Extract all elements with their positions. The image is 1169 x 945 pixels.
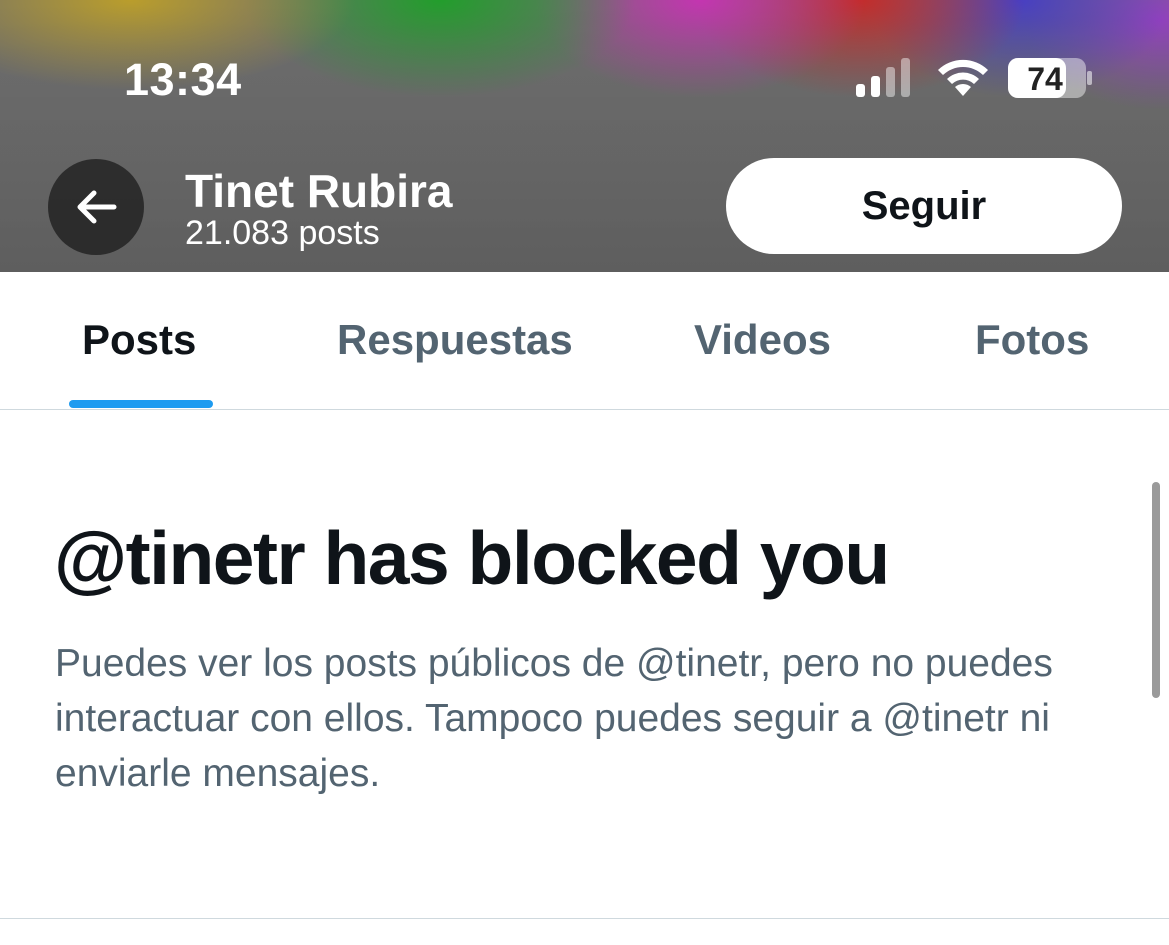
- scrollbar[interactable]: [1152, 482, 1160, 698]
- blocked-title: @tinetr has blocked you: [54, 516, 890, 600]
- post-count: 21.083 posts: [185, 214, 380, 252]
- tab-videos[interactable]: Videos: [694, 316, 831, 364]
- back-button[interactable]: [48, 159, 144, 255]
- follow-button[interactable]: Seguir: [726, 158, 1122, 254]
- battery-icon: 74: [1008, 58, 1092, 98]
- battery-level: 74: [1027, 61, 1063, 97]
- profile-name: Tinet Rubira: [185, 165, 453, 217]
- profile-header: 13:34 74 Tinet Rubira 21.083 posts Segui…: [0, 0, 1169, 272]
- status-time: 13:34: [124, 54, 242, 105]
- active-tab-indicator: [69, 400, 213, 408]
- wifi-icon: [938, 59, 988, 96]
- tab-posts[interactable]: Posts: [82, 316, 196, 364]
- tab-fotos[interactable]: Fotos: [975, 316, 1089, 364]
- blocked-description: Puedes ver los posts públicos de @tinetr…: [55, 642, 1053, 795]
- divider: [0, 918, 1169, 919]
- cellular-signal-icon: [856, 58, 910, 97]
- arrow-left-icon: [77, 190, 117, 224]
- tab-respuestas[interactable]: Respuestas: [337, 316, 573, 364]
- profile-tabs: Posts Respuestas Videos Fotos: [0, 272, 1169, 410]
